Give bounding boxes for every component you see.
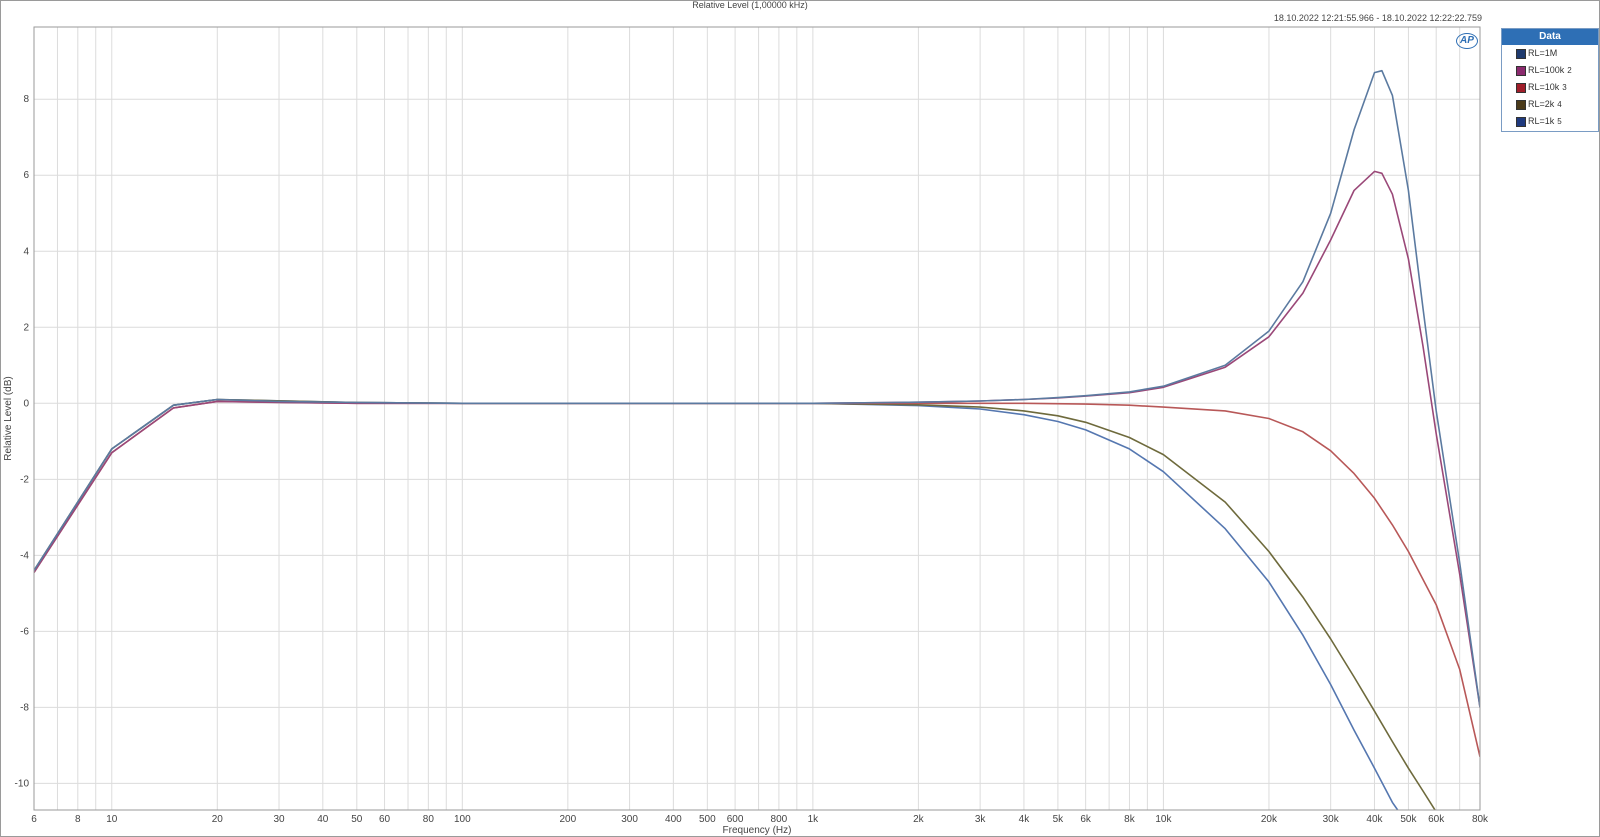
legend-item[interactable]: RL=1k 5 [1502,113,1598,130]
ap-logo-icon: AP [1456,33,1478,49]
legend-item[interactable]: RL=1M [1502,45,1598,62]
x-tick-label: 10k [1155,814,1172,825]
legend-swatch [1516,66,1526,76]
x-tick-label: 5k [1053,814,1065,825]
x-tick-label: 50k [1400,814,1417,825]
x-tick-label: 20k [1261,814,1278,825]
y-tick-label: -2 [20,474,29,485]
legend-index: 4 [1557,100,1562,109]
x-tick-label: 50 [351,814,363,825]
legend-items: RL=1M RL=100k 2 RL=10k 3 RL=2k 4 RL=1k 5 [1502,45,1598,130]
x-tick-label: 200 [560,814,577,825]
x-tick-label: 80 [423,814,435,825]
x-tick-label: 1k [808,814,820,825]
legend-swatch [1516,49,1526,59]
legend-label: RL=1M [1528,48,1558,58]
x-tick-label: 60 [379,814,391,825]
x-tick-label: 6 [31,814,37,825]
legend[interactable]: Data RL=1M RL=100k 2 RL=10k 3 RL=2k 4 RL=1k 5 [1501,28,1599,132]
legend-label: RL=2k [1528,99,1555,109]
y-tick-label: 6 [23,170,29,181]
chart-svg: 6 8 10 20 30 40 50 60 80 100 200 300 400 500 600 800 1k 2… [3,26,1489,836]
x-tick-label: 3k [975,814,987,825]
series-lines [34,69,1480,810]
legend-swatch [1516,83,1526,93]
x-tick-label: 6k [1080,814,1092,825]
x-tick-label: 2k [913,814,925,825]
legend-label: RL=100k [1528,65,1565,75]
legend-swatch [1516,117,1526,127]
grid-lines [33,27,1481,810]
x-tick-label: 400 [665,814,682,825]
x-tick-label: 600 [727,814,744,825]
x-tick-label: 8 [75,814,81,825]
x-tick-label: 300 [621,814,638,825]
y-tick-label: 4 [23,246,29,257]
x-tick-label: 8k [1124,814,1136,825]
y-axis-label: Relative Level (dB) [3,376,14,460]
series-line [34,170,1480,708]
legend-index: 5 [1557,117,1562,126]
legend-index: 3 [1562,83,1567,92]
series-line [34,400,1480,757]
y-tick-label: -4 [20,550,29,561]
legend-label: RL=1k [1528,116,1555,126]
y-tick-label: 0 [23,398,29,409]
legend-label: RL=10k [1528,82,1560,92]
x-tick-label: 100 [454,814,471,825]
x-tick-label: 800 [771,814,788,825]
x-tick-label: 60k [1428,814,1445,825]
y-tick-label: 8 [23,94,29,105]
plot-area-border [33,26,1481,811]
legend-swatch [1516,100,1526,110]
x-tick-labels: 6 8 10 20 30 40 50 60 80 100 200 300 400 500 600 800 1k 2… [31,814,1489,825]
x-tick-label: 20 [212,814,224,825]
legend-item[interactable]: RL=2k 4 [1502,96,1598,113]
y-tick-label: -10 [15,778,30,789]
x-tick-label: 40 [317,814,329,825]
x-axis-label: Frequency (Hz) [723,825,792,836]
x-tick-label: 10 [106,814,118,825]
x-tick-label: 30k [1323,814,1340,825]
y-tick-label: -8 [20,702,29,713]
x-tick-label: 30 [273,814,285,825]
legend-title: Data [1502,29,1598,45]
legend-index: 2 [1567,66,1572,75]
y-tick-label: 2 [23,322,29,333]
y-tick-labels: 8 6 4 2 0 -2 -4 -6 -8 -10 [15,94,30,789]
legend-item[interactable]: RL=10k 3 [1502,79,1598,96]
x-tick-label: 80k [1472,814,1489,825]
x-tick-label: 4k [1019,814,1031,825]
series-line [34,69,1480,708]
x-tick-label: 40k [1366,814,1383,825]
y-tick-label: -6 [20,626,29,637]
series-line [34,398,1399,810]
x-tick-label: 500 [699,814,716,825]
legend-item[interactable]: RL=100k 2 [1502,62,1598,79]
